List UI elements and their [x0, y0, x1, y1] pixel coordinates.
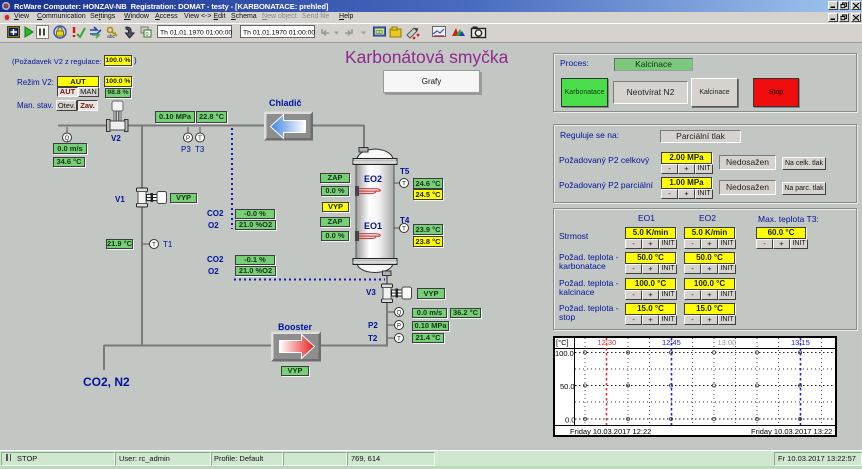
svg-text:T: T: [402, 227, 406, 233]
svg-text:13:00: 13:00: [718, 338, 737, 347]
svg-text:P: P: [397, 324, 401, 330]
svg-text:T: T: [397, 337, 401, 343]
svg-text:0: 0: [146, 32, 149, 38]
svg-text:12:45: 12:45: [662, 338, 681, 347]
svg-text:12:30: 12:30: [598, 338, 617, 347]
svg-text:Q: Q: [397, 311, 402, 317]
svg-text:50.0: 50.0: [560, 382, 575, 391]
svg-text:Q: Q: [65, 136, 70, 142]
svg-text:Friday 10.03.2017 12:22: Friday 10.03.2017 12:22: [570, 427, 651, 436]
svg-text:P: P: [186, 136, 190, 142]
svg-text:abc: abc: [107, 34, 116, 40]
svg-text:Th 01.01.1970 01:00:00: Th 01.01.1970 01:00:00: [160, 30, 232, 37]
svg-text:100.0: 100.0: [555, 349, 574, 358]
svg-text:Th 01.01.1970 01:00:00: Th 01.01.1970 01:00:00: [243, 30, 315, 37]
svg-text:T: T: [198, 136, 202, 142]
svg-text:T: T: [402, 182, 406, 188]
svg-text:T: T: [152, 243, 156, 249]
svg-text:13:15: 13:15: [791, 338, 810, 347]
svg-text:[°C]: [°C]: [556, 338, 569, 347]
svg-text:CD: CD: [376, 30, 384, 36]
svg-text:Friday 10.03.2017 13:22: Friday 10.03.2017 13:22: [751, 427, 832, 436]
svg-text:0.0: 0.0: [565, 416, 575, 425]
